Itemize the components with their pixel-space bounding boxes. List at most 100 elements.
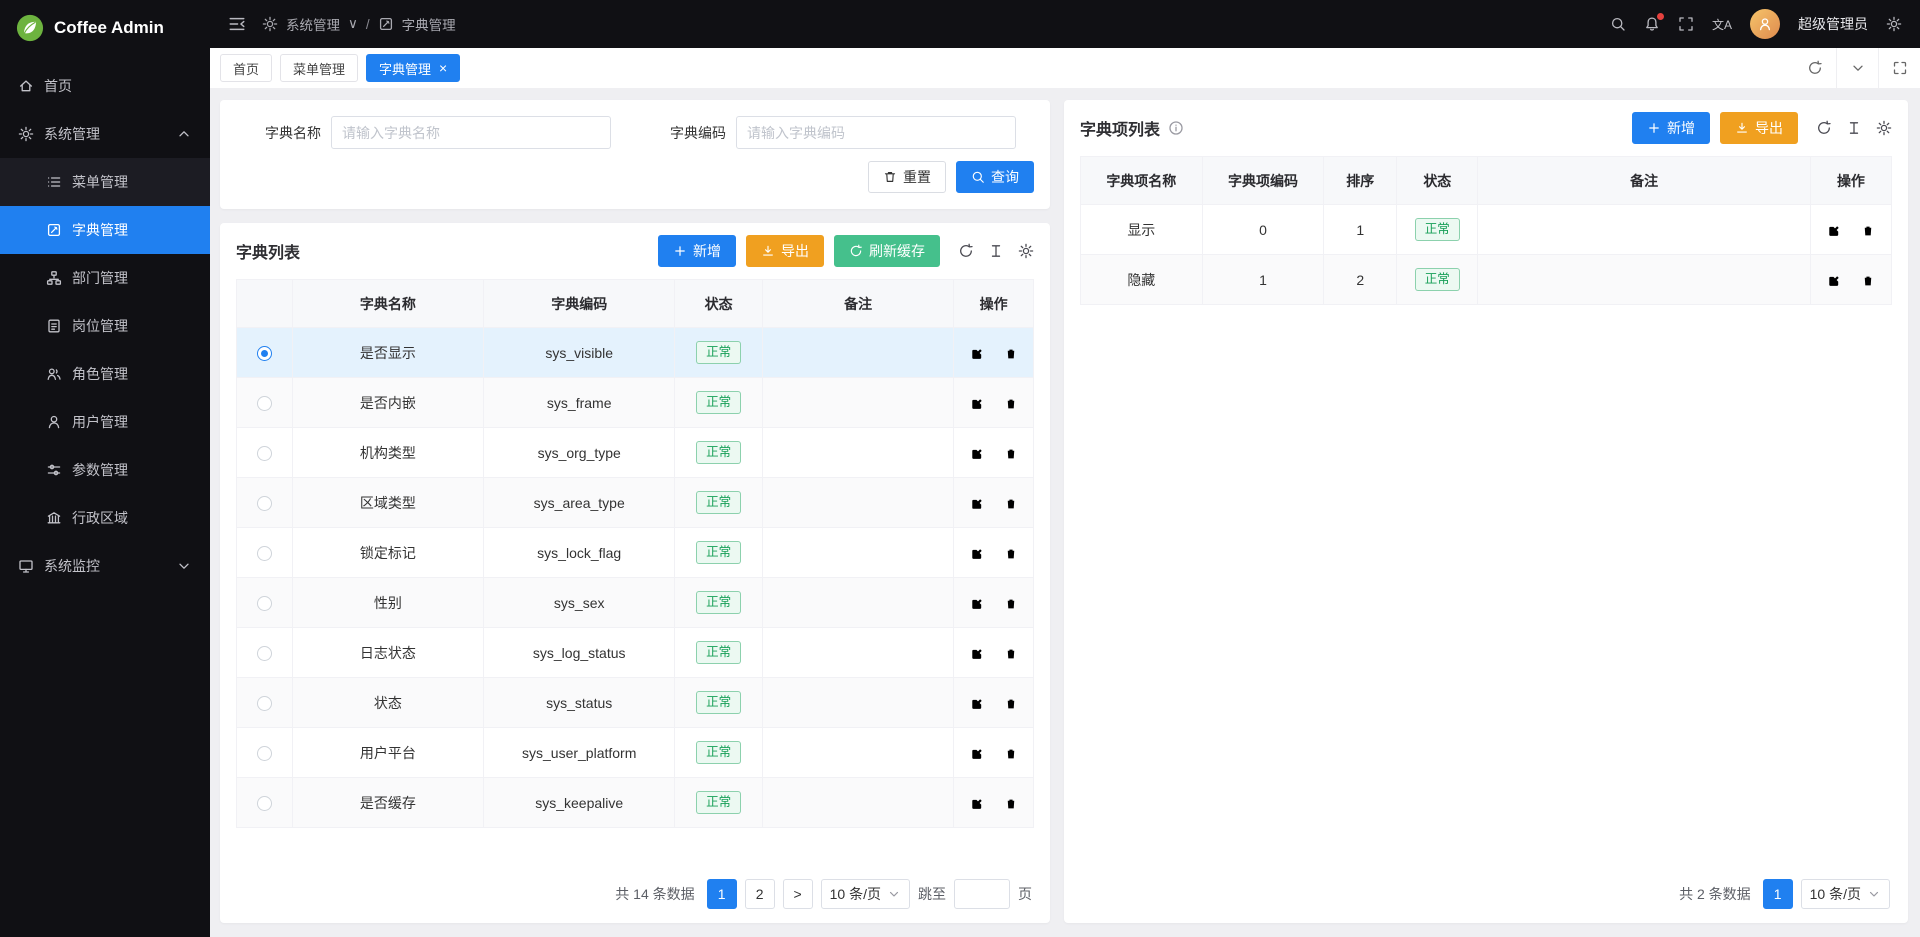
row-radio[interactable] (257, 396, 272, 411)
tab-menu-mgmt[interactable]: 菜单管理 (280, 54, 358, 82)
table-settings-button[interactable] (1876, 120, 1892, 136)
export-dict-item-button[interactable]: 导出 (1720, 112, 1798, 144)
page-button-2[interactable]: 2 (745, 879, 775, 909)
table-row[interactable]: 是否缓存 sys_keepalive 正常 (237, 778, 1034, 828)
sidebar-item-dept-mgmt[interactable]: 部门管理 (0, 254, 210, 302)
export-dict-button[interactable]: 导出 (746, 235, 824, 267)
delete-icon[interactable] (1004, 397, 1018, 411)
tab-close-icon[interactable]: × (439, 61, 447, 75)
tab-home[interactable]: 首页 (220, 54, 272, 82)
sidebar-group-monitor[interactable]: 系统监控 (0, 542, 210, 590)
page-size-select[interactable]: 10 条/页 (821, 879, 910, 909)
table-row[interactable]: 显示 0 1 正常 (1081, 205, 1892, 255)
edit-icon[interactable] (970, 547, 984, 561)
edit-icon[interactable] (970, 697, 984, 711)
delete-icon[interactable] (1861, 274, 1875, 288)
edit-icon[interactable] (970, 797, 984, 811)
delete-icon[interactable] (1004, 747, 1018, 761)
table-settings-button[interactable] (1018, 243, 1034, 259)
app-logo[interactable]: Coffee Admin (0, 0, 210, 56)
row-radio[interactable] (257, 346, 272, 361)
sidebar-item-home[interactable]: 首页 (0, 62, 210, 110)
table-refresh-button[interactable] (1816, 120, 1832, 136)
row-radio[interactable] (257, 796, 272, 811)
tab-dict-mgmt[interactable]: 字典管理 × (366, 54, 460, 82)
notifications-button[interactable] (1644, 16, 1660, 32)
table-row[interactable]: 状态 sys_status 正常 (237, 678, 1034, 728)
next-page-button[interactable]: > (783, 879, 813, 909)
sidebar-item-param-mgmt[interactable]: 参数管理 (0, 446, 210, 494)
sidebar-collapse-button[interactable] (228, 15, 246, 33)
row-radio[interactable] (257, 496, 272, 511)
content-fullscreen-button[interactable] (1878, 48, 1920, 88)
user-name[interactable]: 超级管理员 (1798, 14, 1868, 34)
delete-icon[interactable] (1004, 347, 1018, 361)
delete-icon[interactable] (1004, 797, 1018, 811)
sidebar-item-post-mgmt[interactable]: 岗位管理 (0, 302, 210, 350)
table-row[interactable]: 隐藏 1 2 正常 (1081, 255, 1892, 305)
language-switch-button[interactable]: 文A (1712, 16, 1732, 33)
reset-button[interactable]: 重置 (868, 161, 946, 193)
edit-icon[interactable] (970, 497, 984, 511)
edit-icon[interactable] (970, 647, 984, 661)
edit-icon[interactable] (1827, 224, 1841, 238)
row-radio[interactable] (257, 596, 272, 611)
edit-icon[interactable] (970, 447, 984, 461)
search-button[interactable] (1610, 16, 1626, 32)
breadcrumb-level2[interactable]: 字典管理 (402, 14, 456, 34)
table-density-button[interactable] (988, 243, 1004, 259)
sidebar-item-role-mgmt[interactable]: 角色管理 (0, 350, 210, 398)
delete-icon[interactable] (1861, 224, 1875, 238)
sidebar-group-system[interactable]: 系统管理 (0, 110, 210, 158)
page-button-1[interactable]: 1 (1763, 879, 1793, 909)
sidebar-item-dict-mgmt[interactable]: 字典管理 (0, 206, 210, 254)
table-row[interactable]: 区域类型 sys_area_type 正常 (237, 478, 1034, 528)
table-row[interactable]: 是否显示 sys_visible 正常 (237, 328, 1034, 378)
dict-name-field: 字典名称 (236, 116, 611, 149)
page-size-select[interactable]: 10 条/页 (1801, 879, 1890, 909)
fullscreen-button[interactable] (1678, 16, 1694, 32)
tab-refresh-button[interactable] (1794, 48, 1836, 88)
sidebar-item-user-mgmt[interactable]: 用户管理 (0, 398, 210, 446)
edit-icon[interactable] (1827, 274, 1841, 288)
query-button[interactable]: 查询 (956, 161, 1034, 193)
refresh-cache-button[interactable]: 刷新缓存 (834, 235, 940, 267)
delete-icon[interactable] (1004, 597, 1018, 611)
info-icon[interactable] (1168, 120, 1184, 136)
row-radio[interactable] (257, 646, 272, 661)
row-radio[interactable] (257, 746, 272, 761)
delete-icon[interactable] (1004, 647, 1018, 661)
dict-name-input[interactable] (331, 116, 611, 149)
add-dict-item-button[interactable]: 新增 (1632, 112, 1710, 144)
table-density-button[interactable] (1846, 120, 1862, 136)
add-dict-button[interactable]: 新增 (658, 235, 736, 267)
delete-icon[interactable] (1004, 697, 1018, 711)
edit-icon[interactable] (970, 397, 984, 411)
delete-icon[interactable] (1004, 547, 1018, 561)
dict-code-input[interactable] (736, 116, 1016, 149)
edit-icon[interactable] (970, 597, 984, 611)
jump-page-input[interactable] (954, 879, 1010, 909)
table-row[interactable]: 用户平台 sys_user_platform 正常 (237, 728, 1034, 778)
row-radio[interactable] (257, 696, 272, 711)
table-row[interactable]: 是否内嵌 sys_frame 正常 (237, 378, 1034, 428)
table-refresh-button[interactable] (958, 243, 974, 259)
sidebar-item-region-mgmt[interactable]: 行政区域 (0, 494, 210, 542)
row-radio[interactable] (257, 446, 272, 461)
row-radio[interactable] (257, 546, 272, 561)
edit-icon[interactable] (970, 747, 984, 761)
breadcrumb-level1[interactable]: 系统管理 (286, 14, 340, 34)
delete-icon[interactable] (1004, 447, 1018, 461)
delete-icon[interactable] (1004, 497, 1018, 511)
table-row[interactable]: 性别 sys_sex 正常 (237, 578, 1034, 628)
sidebar-item-menu-mgmt[interactable]: 菜单管理 (0, 158, 210, 206)
tab-actions-dropdown[interactable] (1836, 48, 1878, 88)
table-row[interactable]: 日志状态 sys_log_status 正常 (237, 628, 1034, 678)
edit-icon[interactable] (970, 347, 984, 361)
settings-button[interactable] (1886, 16, 1902, 32)
page-button-1[interactable]: 1 (707, 879, 737, 909)
avatar[interactable] (1750, 9, 1780, 39)
notification-dot (1657, 13, 1664, 20)
table-row[interactable]: 机构类型 sys_org_type 正常 (237, 428, 1034, 478)
table-row[interactable]: 锁定标记 sys_lock_flag 正常 (237, 528, 1034, 578)
